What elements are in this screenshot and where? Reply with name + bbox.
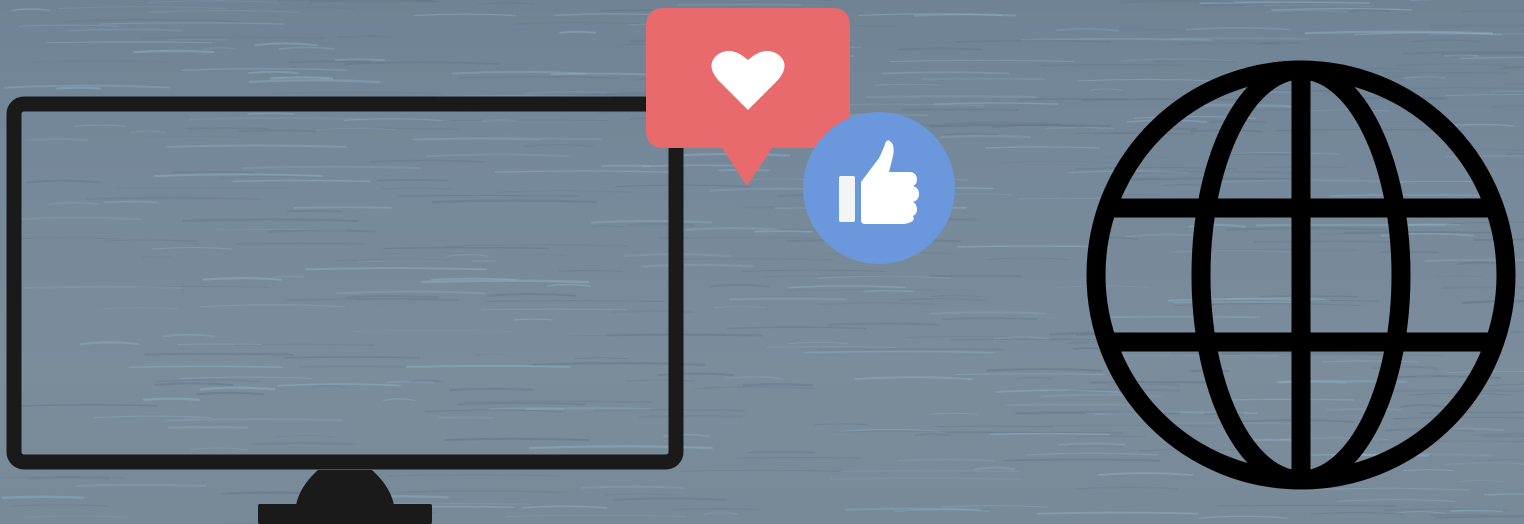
- illustration-canvas: [0, 0, 1524, 524]
- thumbs-up-icon[interactable]: [803, 112, 955, 264]
- monitor-icon: [6, 96, 684, 524]
- globe-icon: [1086, 60, 1516, 490]
